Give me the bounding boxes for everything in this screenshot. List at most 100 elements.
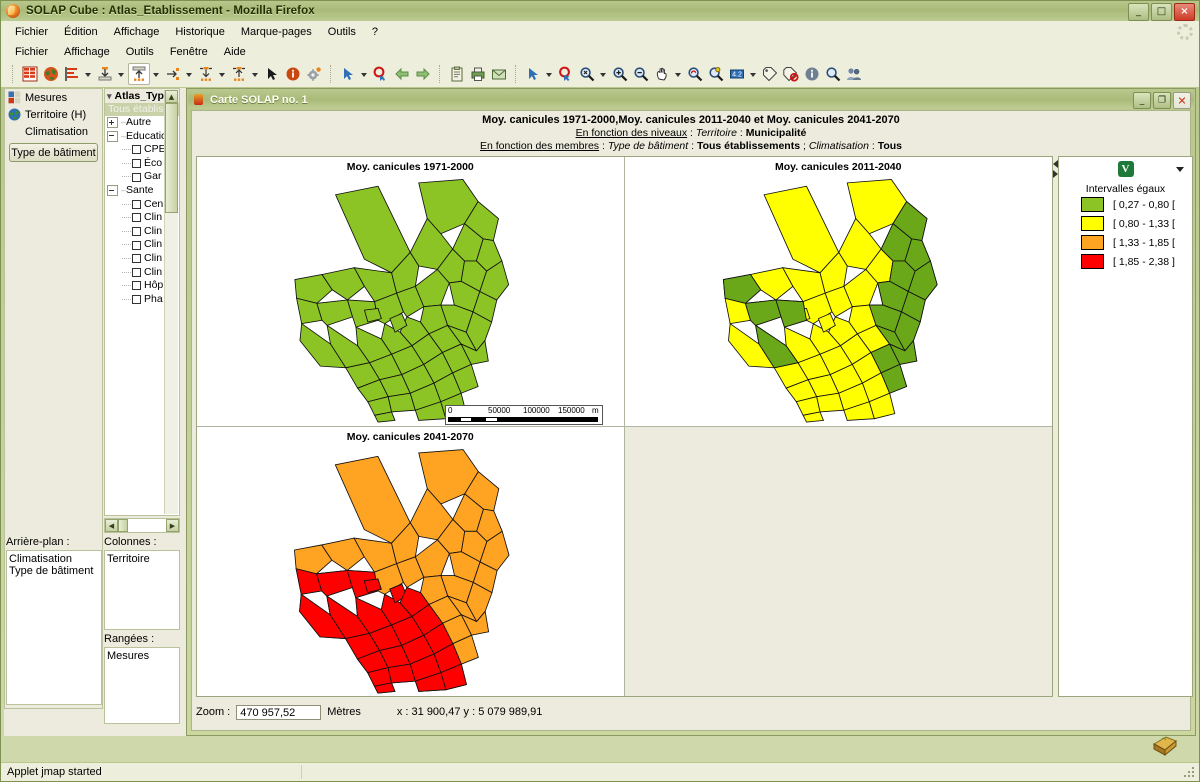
drill-out-icon[interactable] bbox=[196, 64, 216, 84]
map-graphic-1971-2000[interactable] bbox=[197, 171, 624, 426]
legend-row[interactable]: [ 0,27 - 0,80 [ bbox=[1059, 195, 1192, 214]
rows-list[interactable]: Mesures bbox=[104, 647, 180, 724]
mail-icon[interactable] bbox=[489, 64, 509, 84]
chevron-down-icon[interactable] bbox=[217, 64, 226, 84]
zoom-previous-icon[interactable] bbox=[685, 64, 705, 84]
select-pointer-icon[interactable] bbox=[338, 64, 358, 84]
scroll-up-button[interactable]: ▲ bbox=[165, 90, 178, 103]
info-icon[interactable] bbox=[802, 64, 822, 84]
menu-outils[interactable]: Outils bbox=[320, 24, 364, 40]
map-restore-button[interactable]: ❐ bbox=[1153, 92, 1171, 109]
list-item[interactable]: Mesures bbox=[107, 650, 179, 662]
chevron-down-icon[interactable] bbox=[673, 64, 682, 84]
tree-vertical-scrollbar[interactable]: ▲ bbox=[164, 90, 178, 514]
checkbox-icon[interactable] bbox=[132, 159, 141, 169]
zoom-in-icon[interactable] bbox=[610, 64, 630, 84]
map-close-button[interactable]: ✕ bbox=[1173, 92, 1191, 109]
chevron-down-icon[interactable] bbox=[83, 64, 92, 84]
clipboard-icon[interactable] bbox=[447, 64, 467, 84]
zoom-input[interactable]: 470 957,52 bbox=[236, 704, 322, 720]
map-panel-2041-2070[interactable]: Moy. canicules 2041-2070 bbox=[197, 426, 625, 697]
app-menu-aide[interactable]: Aide bbox=[216, 44, 254, 60]
forward-arrow-icon[interactable] bbox=[413, 64, 433, 84]
drill-in-icon[interactable] bbox=[229, 64, 249, 84]
list-item[interactable]: Climatisation bbox=[9, 553, 101, 565]
label-icon[interactable] bbox=[760, 64, 780, 84]
settings-gear-icon[interactable] bbox=[304, 64, 324, 84]
back-arrow-icon[interactable] bbox=[392, 64, 412, 84]
measure-icon[interactable]: 4.2 bbox=[727, 64, 747, 84]
dimension-item-climatisation[interactable]: Climatisation bbox=[5, 123, 102, 140]
menu-edition[interactable]: Édition bbox=[56, 24, 106, 40]
legend-row[interactable]: [ 1,33 - 1,85 [ bbox=[1059, 233, 1192, 252]
legend-visibility-icon[interactable]: V bbox=[1117, 161, 1134, 177]
checkbox-icon[interactable] bbox=[132, 213, 141, 223]
resize-grip[interactable] bbox=[1184, 767, 1196, 779]
zoom-out-icon[interactable] bbox=[631, 64, 651, 84]
map-window-titlebar[interactable]: Carte SOLAP no. 1 _ ❐ ✕ bbox=[188, 90, 1194, 109]
table-grid-icon[interactable] bbox=[20, 64, 40, 84]
map-canvas[interactable]: Moy. canicules 1971-2000 0 50000 100000 … bbox=[196, 156, 1053, 697]
pan-hand-icon[interactable] bbox=[652, 64, 672, 84]
list-item[interactable]: Territoire bbox=[107, 553, 179, 565]
pin-icon[interactable]: ▾ bbox=[107, 91, 112, 102]
checkbox-icon[interactable] bbox=[132, 199, 141, 209]
chevron-down-icon[interactable] bbox=[151, 64, 160, 84]
collapse-icon[interactable] bbox=[107, 185, 118, 197]
chevron-down-icon[interactable] bbox=[250, 64, 259, 84]
chevron-down-icon[interactable] bbox=[1176, 167, 1184, 172]
app-menu-affichage[interactable]: Affichage bbox=[56, 44, 118, 60]
menu-fichier[interactable]: Fichier bbox=[7, 24, 56, 40]
chevron-down-icon[interactable] bbox=[544, 64, 553, 84]
map-panel-1971-2000[interactable]: Moy. canicules 1971-2000 0 50000 100000 … bbox=[197, 157, 625, 427]
app-menu-fichier[interactable]: Fichier bbox=[7, 44, 56, 60]
menu-help[interactable]: ? bbox=[364, 24, 386, 40]
checkbox-icon[interactable] bbox=[132, 267, 141, 277]
bar-chart-icon[interactable] bbox=[62, 64, 82, 84]
chevron-down-icon[interactable] bbox=[748, 64, 757, 84]
checkbox-icon[interactable] bbox=[132, 295, 141, 305]
window-close-button[interactable]: × bbox=[1174, 3, 1195, 21]
arrow-pointer-icon[interactable] bbox=[262, 64, 282, 84]
checkbox-icon[interactable] bbox=[132, 240, 141, 250]
drill-across-icon[interactable] bbox=[163, 64, 183, 84]
users-icon[interactable] bbox=[844, 64, 864, 84]
map-minimize-button[interactable]: _ bbox=[1133, 92, 1151, 109]
search-icon[interactable] bbox=[823, 64, 843, 84]
print-icon[interactable] bbox=[468, 64, 488, 84]
background-list[interactable]: Climatisation Type de bâtiment bbox=[6, 550, 102, 705]
legend-row[interactable]: [ 1,85 - 2,38 ] bbox=[1059, 252, 1192, 271]
checkbox-icon[interactable] bbox=[132, 172, 141, 182]
dimension-item-mesures[interactable]: Mesures bbox=[5, 89, 102, 106]
roll-up-icon[interactable] bbox=[128, 63, 150, 85]
select-target-icon[interactable] bbox=[371, 64, 391, 84]
window-minimize-button[interactable]: _ bbox=[1128, 3, 1149, 21]
chevron-down-icon[interactable] bbox=[184, 64, 193, 84]
zoom-selection-icon[interactable] bbox=[706, 64, 726, 84]
app-menu-fenetre[interactable]: Fenêtre bbox=[162, 44, 216, 60]
map-graphic-2041-2070[interactable] bbox=[197, 441, 624, 697]
chevron-down-icon[interactable] bbox=[598, 64, 607, 84]
window-maximize-button[interactable]: □ bbox=[1151, 3, 1172, 21]
app-menu-outils[interactable]: Outils bbox=[118, 44, 162, 60]
zoom-extent-icon[interactable] bbox=[577, 64, 597, 84]
list-item[interactable]: Type de bâtiment bbox=[9, 565, 101, 577]
menu-affichage[interactable]: Affichage bbox=[106, 24, 168, 40]
menu-historique[interactable]: Historique bbox=[167, 24, 233, 40]
globe-icon[interactable] bbox=[41, 64, 61, 84]
checkbox-icon[interactable] bbox=[132, 145, 141, 155]
legend-row[interactable]: [ 0,80 - 1,33 [ bbox=[1059, 214, 1192, 233]
select-circle-icon[interactable] bbox=[556, 64, 576, 84]
drill-down-icon[interactable] bbox=[95, 64, 115, 84]
scrollbar-track[interactable] bbox=[118, 519, 166, 532]
dimension-item-territoire[interactable]: Territoire (H) bbox=[5, 106, 102, 123]
dimension-button-type-de-batiment[interactable]: Type de bâtiment bbox=[9, 143, 98, 162]
columns-list[interactable]: Territoire bbox=[104, 550, 180, 630]
menu-marque-pages[interactable]: Marque-pages bbox=[233, 24, 320, 40]
scroll-left-button[interactable]: ◀ bbox=[105, 519, 118, 532]
chevron-down-icon[interactable] bbox=[116, 64, 125, 84]
info-circle-icon[interactable] bbox=[283, 64, 303, 84]
expand-icon[interactable] bbox=[107, 117, 118, 129]
map-graphic-2011-2040[interactable] bbox=[625, 171, 1053, 426]
tree-horizontal-scrollbar[interactable]: ◀ ▶ bbox=[104, 518, 180, 533]
